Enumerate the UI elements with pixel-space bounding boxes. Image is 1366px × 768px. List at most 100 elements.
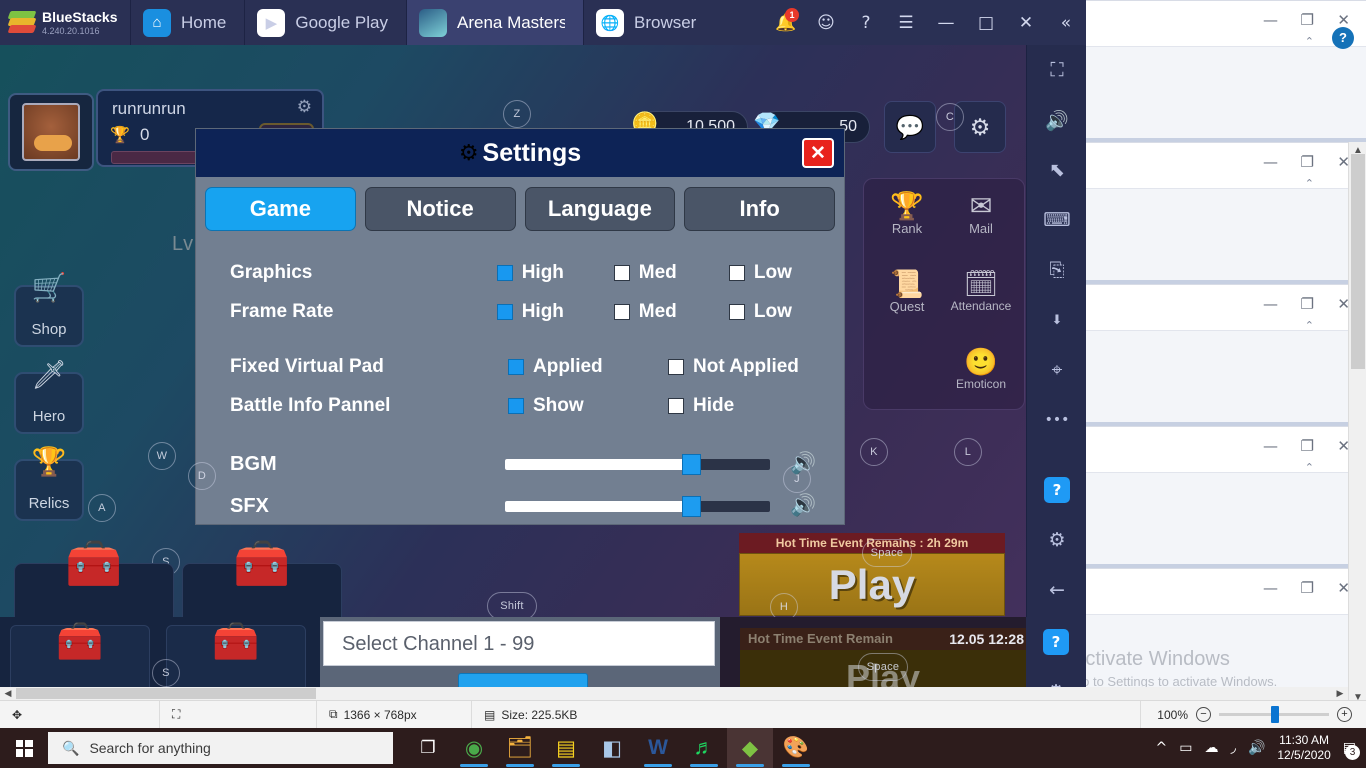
sidebar-item-shop[interactable]: 🛒 Shop	[14, 272, 84, 347]
screenshot-icon[interactable]: ⌖	[1027, 345, 1087, 395]
help-button[interactable]: ?	[846, 0, 886, 45]
account-button[interactable]: ☺	[806, 0, 846, 45]
menu-item-mail[interactable]: ✉ Mail	[946, 191, 1016, 236]
avatar[interactable]	[8, 93, 94, 171]
taskbar-app-bluestacks[interactable]: ◆	[727, 728, 773, 768]
minimize-icon[interactable]: —	[1263, 155, 1278, 170]
sidebar-item-hero[interactable]: 🗡 Hero	[14, 359, 84, 434]
help-icon[interactable]: ?	[1332, 27, 1354, 49]
taskbar-app-chrome[interactable]: ◉	[451, 728, 497, 768]
notification-button[interactable]: 🔔 1	[766, 0, 806, 45]
volume-icon[interactable]: 🔊	[1248, 740, 1265, 756]
maximize-icon[interactable]: ❐	[1301, 297, 1314, 312]
pointer-select-icon[interactable]: ⬉	[1027, 145, 1087, 195]
gold-chest-slot-clipped[interactable]: 🧰	[10, 621, 150, 693]
tab-browser[interactable]: 🌐 Browser	[582, 0, 714, 45]
scrollbar-thumb[interactable]	[16, 688, 316, 699]
hamburger-menu-button[interactable]: ☰	[886, 0, 926, 45]
sidebar-item-relics[interactable]: 🏆 Relics	[14, 446, 84, 521]
speaker-icon[interactable]: 🔊	[790, 494, 816, 518]
fullscreen-icon[interactable]: ⛶	[1027, 45, 1087, 95]
action-center-button[interactable]: ▤ 3	[1343, 740, 1360, 760]
option-battleinfo-hide[interactable]: Hide	[668, 395, 734, 417]
slider-knob[interactable]	[681, 495, 701, 517]
menu-item-quest[interactable]: 📜 Quest	[872, 269, 942, 314]
option-framerate-low[interactable]: Low	[728, 301, 844, 323]
minimize-icon[interactable]: —	[1263, 581, 1278, 596]
option-virtualpad-applied[interactable]: Applied	[508, 356, 668, 378]
taskbar-app-paint[interactable]: 🎨	[773, 728, 819, 768]
collapse-sidebar-button[interactable]: «	[1046, 0, 1086, 45]
minimize-icon[interactable]: —	[1263, 297, 1278, 312]
tab-arena-masters[interactable]: Arena Masters	[405, 0, 583, 45]
option-graphics-low[interactable]: Low	[728, 262, 844, 284]
option-graphics-med[interactable]: Med	[613, 262, 729, 284]
menu-item-emoticon[interactable]: 🙂 Emoticon	[946, 347, 1016, 391]
tray-expand-icon[interactable]: ^	[1156, 740, 1168, 756]
wifi-icon[interactable]: ◞	[1231, 740, 1236, 756]
zoom-slider-knob[interactable]	[1271, 706, 1279, 723]
zoom-slider[interactable]	[1219, 706, 1329, 723]
channel-input[interactable]: Select Channel 1 - 99	[323, 621, 715, 666]
battery-icon[interactable]: ▭	[1179, 740, 1192, 756]
maximize-icon[interactable]: ❐	[1301, 439, 1314, 454]
silver-chest-slot[interactable]: 🧰 0/100 🔑	[182, 537, 342, 617]
zoom-in-button[interactable]: +	[1337, 707, 1352, 722]
option-battleinfo-show[interactable]: Show	[508, 395, 668, 417]
close-button[interactable]: ✕	[1006, 0, 1046, 45]
chevron-up-icon[interactable]: ⌃	[1305, 461, 1314, 474]
close-dialog-button[interactable]: ✕	[802, 138, 834, 168]
option-graphics-high[interactable]: High	[496, 262, 614, 284]
option-framerate-med[interactable]: Med	[613, 301, 729, 323]
horizontal-scrollbar[interactable]: ◀ ▶	[0, 687, 1348, 700]
tab-notice[interactable]: Notice	[364, 187, 516, 231]
minimize-button[interactable]: —	[926, 0, 966, 45]
settings-icon[interactable]: ⚙	[1027, 515, 1087, 565]
keyboard-controls-icon[interactable]: ⌨	[1027, 195, 1087, 245]
zoom-out-button[interactable]: −	[1196, 707, 1211, 722]
menu-item-attendance[interactable]: 🗓 Attendance	[946, 269, 1016, 313]
taskbar-app-spotify[interactable]: ♬	[681, 728, 727, 768]
tab-info[interactable]: Info	[684, 187, 835, 231]
install-apk-icon[interactable]: ⬇	[1027, 295, 1087, 345]
scroll-right-icon[interactable]: ▶	[1332, 687, 1348, 700]
help-icon[interactable]: ?	[1027, 465, 1087, 515]
start-button[interactable]	[0, 728, 48, 768]
chevron-up-icon[interactable]: ⌃	[1305, 35, 1314, 48]
game-canvas[interactable]: runrunrun 🏆 0 ⚙ 🏆 🪙 10,500 💎 50 💬 ⚙ C Z …	[0, 45, 1026, 617]
chat-button[interactable]: 💬	[884, 101, 936, 153]
clock[interactable]: 11:30 AM 12/5/2020	[1277, 733, 1330, 763]
taskbar-app-word[interactable]: W	[635, 728, 681, 768]
task-view-button[interactable]: ❐	[405, 728, 451, 768]
minimize-icon[interactable]: —	[1263, 439, 1278, 454]
tab-game[interactable]: Game	[205, 187, 356, 231]
chevron-up-icon[interactable]: ⌃	[1305, 177, 1314, 190]
help-icon[interactable]: ?	[1026, 617, 1086, 667]
maximize-icon[interactable]: ❐	[1301, 13, 1314, 28]
close-icon[interactable]: ✕	[1337, 13, 1350, 28]
back-icon[interactable]: ←	[1027, 565, 1087, 615]
maximize-icon[interactable]: ❐	[1301, 581, 1314, 596]
bgm-slider[interactable]	[505, 453, 770, 475]
minimize-icon[interactable]: —	[1263, 13, 1278, 28]
taskbar-app-sticky-notes[interactable]: ▤	[543, 728, 589, 768]
search-input[interactable]: 🔍 Search for anything	[48, 732, 393, 764]
macro-recorder-icon[interactable]: ⎘	[1027, 245, 1087, 295]
maximize-icon[interactable]: ❐	[1301, 155, 1314, 170]
chevron-up-icon[interactable]: ⌃	[1305, 319, 1314, 332]
volume-icon[interactable]: 🔊	[1027, 95, 1087, 145]
tab-language[interactable]: Language	[524, 187, 676, 231]
vertical-scrollbar[interactable]: ▲ ▼	[1348, 142, 1366, 707]
scrollbar-thumb[interactable]	[1351, 154, 1365, 369]
more-options-icon[interactable]: •••	[1027, 395, 1087, 445]
sfx-slider[interactable]	[505, 495, 770, 517]
slider-knob[interactable]	[681, 453, 701, 475]
onedrive-icon[interactable]: ☁	[1205, 740, 1219, 756]
gold-chest-slot[interactable]: 🧰 0/10 🔑	[14, 537, 174, 617]
tab-home[interactable]: ⌂ Home	[130, 0, 244, 45]
silver-chest-slot-clipped[interactable]: 🧰	[166, 621, 306, 693]
taskbar-app-file-explorer[interactable]: 🗂	[497, 728, 543, 768]
option-virtualpad-not-applied[interactable]: Not Applied	[668, 356, 799, 378]
profile-gear-icon[interactable]: ⚙	[297, 97, 312, 117]
menu-item-rank[interactable]: 🏆 Rank	[872, 191, 942, 236]
